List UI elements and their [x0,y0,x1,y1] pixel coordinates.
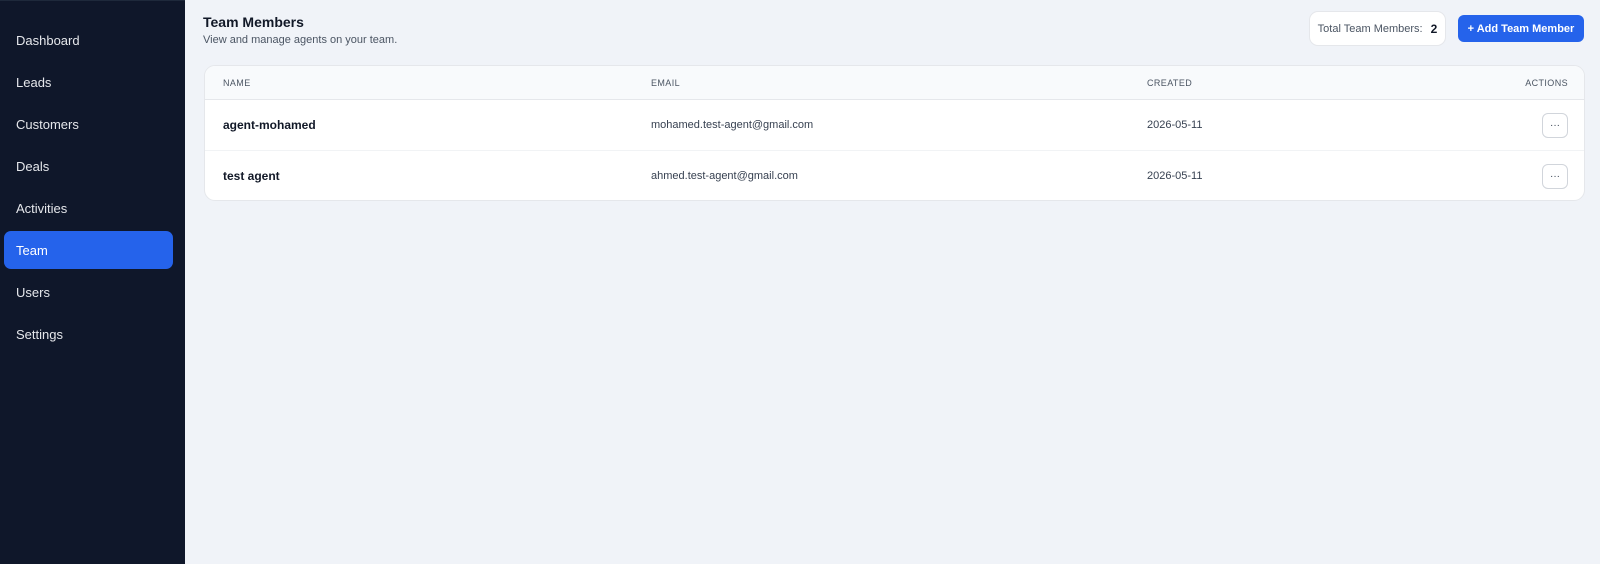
column-header-email: EMAIL [651,78,681,88]
member-name: test agent [223,169,280,183]
team-count-value: 2 [1430,21,1438,36]
table-row: test agent ahmed.test-agent@gmail.com 20… [205,150,1584,200]
ellipsis-icon: ··· [1550,170,1560,182]
sidebar-item-team[interactable]: Team [4,231,173,269]
sidebar-item-leads[interactable]: Leads [4,63,173,101]
member-email: ahmed.test-agent@gmail.com [651,170,798,182]
member-created-date: 2026-05-11 [1147,170,1203,182]
sidebar-item-settings[interactable]: Settings [4,315,173,353]
table-header: NAME EMAIL CREATED ACTIONS [205,66,1584,100]
sidebar: Dashboard Leads Customers Deals Activiti… [0,0,185,564]
row-actions-button[interactable]: ··· [1542,164,1568,189]
team-count-badge: Total Team Members: 2 [1309,11,1446,46]
sidebar-item-deals[interactable]: Deals [4,147,173,185]
page-subtitle: View and manage agents on your team. [203,34,398,46]
main-content: Team Members View and manage agents on y… [185,0,1600,564]
column-header-name: NAME [223,78,251,88]
member-name: agent-mohamed [223,118,316,132]
sidebar-item-activities[interactable]: Activities [4,189,173,227]
member-created-date: 2026-05-11 [1147,119,1203,131]
sidebar-nav: Dashboard Leads Customers Deals Activiti… [0,1,185,353]
sidebar-item-dashboard[interactable]: Dashboard [4,21,173,59]
ellipsis-icon: ··· [1550,119,1560,131]
add-team-member-button[interactable]: + Add Team Member [1458,15,1584,42]
member-email: mohamed.test-agent@gmail.com [651,119,814,131]
column-header-created: CREATED [1147,78,1193,88]
team-count-label: Total Team Members: [1317,22,1423,35]
sidebar-item-customers[interactable]: Customers [4,105,173,143]
page-title: Team Members [203,14,304,30]
team-table: NAME EMAIL CREATED ACTIONS agent-mohamed… [204,65,1585,201]
row-actions-button[interactable]: ··· [1542,113,1568,138]
sidebar-item-users[interactable]: Users [4,273,173,311]
table-row: agent-mohamed mohamed.test-agent@gmail.c… [205,100,1584,150]
column-header-actions: ACTIONS [1525,78,1568,88]
